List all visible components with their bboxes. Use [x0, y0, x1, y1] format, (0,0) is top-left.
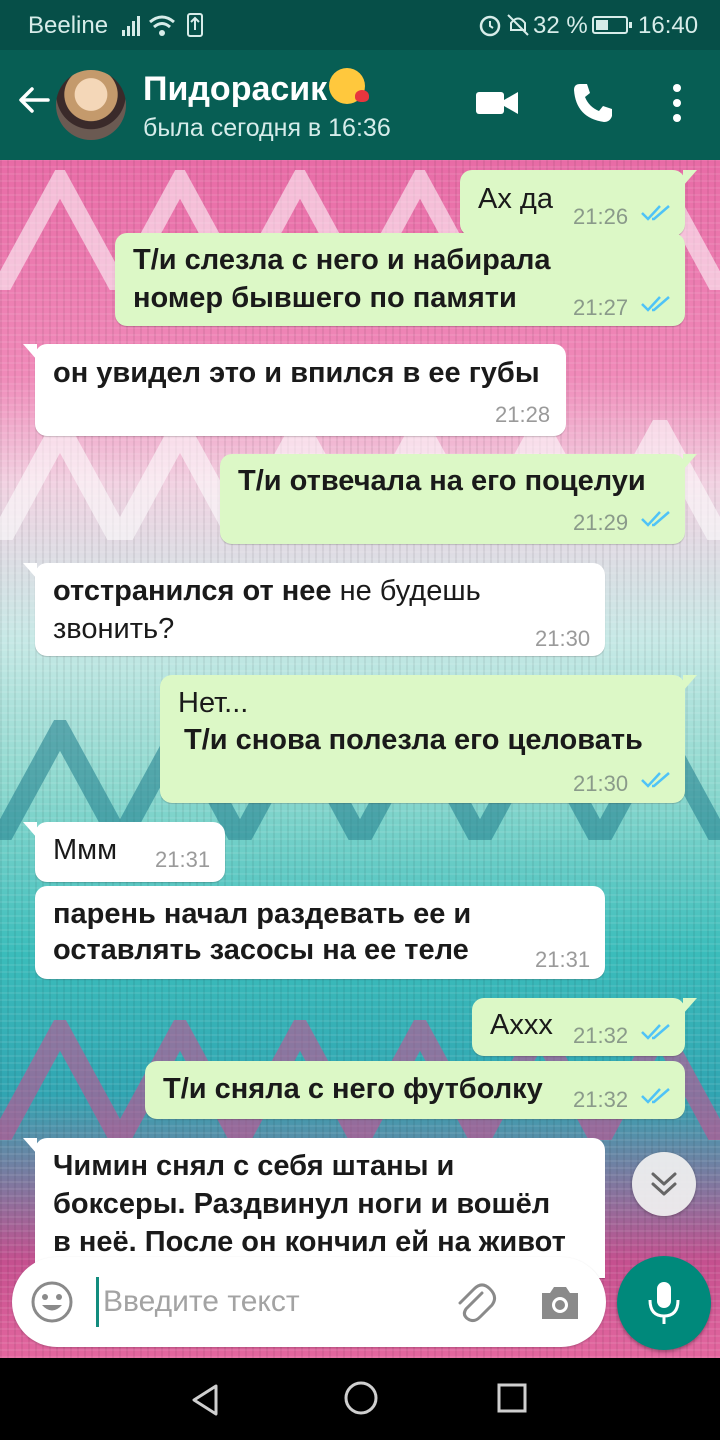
bubble-tail [683, 998, 697, 1014]
message-time: 21:30 [535, 626, 591, 651]
alarm-icon [479, 15, 501, 37]
message-bold-text: отстранился от нее [53, 575, 332, 607]
chat-header: Пидорасик была сегодня в 16:36 [0, 50, 720, 160]
message-time: 21:27 [573, 295, 629, 320]
message-text-line: парень начал раздевать ее и [53, 898, 472, 930]
read-receipt-icon [641, 772, 670, 788]
message-text-line: Нет... [178, 687, 249, 719]
message-incoming[interactable]: Ммм 21:31 [23, 822, 225, 882]
battery-percent: 32 % [533, 12, 588, 39]
read-receipt-icon [641, 296, 670, 312]
message-outgoing[interactable]: Аххх 21:32 [472, 998, 697, 1056]
message-time: 21:32 [573, 1087, 629, 1112]
message-time: 21:30 [573, 771, 629, 796]
message-text-line: номер бывшего по памяти [133, 282, 517, 314]
bubble-tail [23, 344, 37, 360]
message-text-line: в неё. После он кончил ей на живот [53, 1226, 566, 1258]
read-receipt-icon [641, 205, 670, 221]
message-text-line: отстранился от нее не будешь [53, 572, 481, 610]
battery-icon [592, 16, 632, 34]
message-outgoing[interactable]: Т/и сняла с него футболку 21:32 [145, 1061, 685, 1119]
chat-messages-area[interactable]: Ах да 21:26 Т/и слезла с него и набирала… [0, 160, 720, 1358]
contact-name-text: Пидорасик [143, 70, 328, 108]
double-chevron-down-icon [651, 1172, 677, 1196]
nav-back-icon[interactable] [186, 1380, 226, 1420]
message-incoming[interactable]: парень начал раздевать ее и оставлять за… [35, 886, 605, 979]
status-time: 16:40 [638, 12, 699, 39]
nav-recents-icon[interactable] [496, 1382, 528, 1414]
more-vert-icon[interactable] [665, 80, 689, 126]
message-outgoing[interactable]: Т/и отвечала на его поцелуи 21:29 [220, 454, 697, 544]
message-plain-text: не будешь [331, 575, 481, 607]
message-text-line: Т/и слезла с него и набирала [133, 244, 551, 276]
message-text: Т/и отвечала на его поцелуи [238, 465, 646, 497]
message-text: Ммм [53, 834, 118, 866]
bubble-tail [23, 563, 37, 579]
message-outgoing[interactable]: Нет... Т/и снова полезла его целовать 21… [160, 675, 697, 803]
back-arrow-icon[interactable] [14, 80, 54, 120]
contact-name[interactable]: Пидорасик [143, 68, 370, 109]
message-time: 21:31 [535, 947, 591, 972]
bubble-tail [23, 822, 37, 838]
message-text-line: боксеры. Раздвинул ноги и вошёл [53, 1188, 551, 1220]
emoji-icon[interactable] [30, 1280, 74, 1324]
bubble-tail [683, 170, 697, 186]
message-text: он увидел это и впился в ее губы [53, 357, 540, 389]
message-time: 21:29 [573, 510, 629, 535]
bubble-tail [683, 675, 697, 691]
mute-icon [507, 14, 529, 36]
carrier-name: Beeline [28, 12, 109, 39]
message-time: 21:28 [495, 402, 551, 427]
read-receipt-icon [641, 1088, 670, 1104]
message-text-line: Т/и снова полезла его целовать [184, 724, 643, 756]
read-receipt-icon [641, 1024, 670, 1040]
bubble-tail [683, 454, 697, 470]
kiss-emoji-icon [329, 68, 370, 104]
paperclip-icon[interactable] [452, 1279, 498, 1325]
video-call-icon[interactable] [474, 80, 520, 126]
nav-home-icon[interactable] [343, 1380, 379, 1416]
last-seen-status: была сегодня в 16:36 [143, 114, 391, 142]
bubble-tail [23, 1138, 37, 1154]
message-text-line: Чимин снял с себя штаны и [53, 1150, 455, 1182]
scroll-to-bottom-button[interactable] [632, 1152, 696, 1216]
status-bar: Beeline 32 % 16:40 [0, 0, 720, 50]
avatar[interactable] [56, 70, 126, 140]
message-composer [12, 1257, 606, 1347]
read-receipt-icon [641, 511, 670, 527]
system-nav-bar [0, 1358, 720, 1440]
message-text: Т/и сняла с него футболку [163, 1073, 543, 1105]
message-incoming[interactable]: он увидел это и впился в ее губы 21:28 [23, 344, 566, 436]
message-incoming[interactable]: отстранился от нее не будешь звонить? 21… [23, 563, 605, 656]
message-text-line: оставлять засосы на ее теле [53, 934, 469, 966]
message-text: Ах да [478, 183, 553, 215]
message-outgoing[interactable]: Т/и слезла с него и набирала номер бывше… [115, 233, 685, 326]
voice-record-button[interactable] [617, 1256, 711, 1350]
message-input[interactable] [96, 1277, 426, 1327]
message-text-line: звонить? [53, 613, 175, 645]
message-outgoing[interactable]: Ах да 21:26 [460, 170, 697, 236]
signal-wifi-icon [122, 13, 203, 37]
message-time: 21:32 [573, 1023, 629, 1048]
message-time: 21:26 [573, 204, 629, 229]
microphone-icon [648, 1282, 680, 1324]
message-text: Аххх [490, 1009, 553, 1041]
camera-icon[interactable] [538, 1281, 582, 1323]
phone-icon[interactable] [570, 80, 616, 126]
message-time: 21:31 [155, 847, 211, 872]
